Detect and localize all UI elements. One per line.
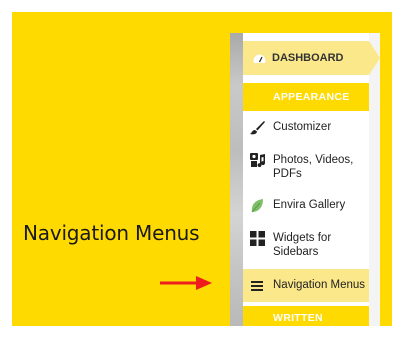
sidebar-item-label: Navigation Menus: [273, 279, 366, 291]
sidebar-item-navigation-menus[interactable]: Navigation Menus: [243, 269, 369, 302]
sidebar-item-label: Photos, Videos, PDFs: [273, 154, 354, 180]
dashboard-gauge-icon: [253, 54, 266, 63]
menu-lines-icon: [251, 281, 263, 291]
paintbrush-icon: [250, 121, 265, 135]
sidebar-item-customizer[interactable]: Customizer: [243, 111, 369, 144]
admin-sidebar-panel: DASHBOARD APPEARANCE Customizer Photos, …: [230, 33, 380, 326]
background-photo-strip: [230, 33, 243, 326]
sidebar-item-media[interactable]: Photos, Videos, PDFs: [243, 144, 369, 189]
sidebar-item-envira-gallery[interactable]: Envira Gallery: [243, 189, 369, 222]
red-arrow-icon: [160, 276, 212, 290]
sidebar-item-dashboard[interactable]: DASHBOARD: [243, 41, 380, 75]
sidebar-item-widgets[interactable]: Widgets for Sidebars: [243, 222, 369, 267]
tutorial-canvas: Navigation Menus DASHBOARD APPEARANCE Cu…: [12, 12, 392, 326]
media-icon: [250, 153, 266, 168]
sidebar-item-label: Envira Gallery: [273, 199, 346, 211]
widgets-grid-icon: [250, 231, 265, 246]
sidebar-item-label: DASHBOARD: [272, 52, 344, 64]
sidebar-menu: DASHBOARD APPEARANCE Customizer Photos, …: [243, 33, 380, 326]
leaf-icon: [251, 199, 263, 213]
section-appearance: APPEARANCE: [243, 83, 369, 111]
callout-caption: Navigation Menus: [23, 221, 200, 245]
section-written-content: WRITTEN CONTENT: [243, 306, 369, 326]
scrollbar-track[interactable]: [369, 33, 380, 326]
sidebar-item-label: Widgets for Sidebars: [273, 232, 332, 258]
sidebar-item-label: Customizer: [273, 121, 332, 133]
